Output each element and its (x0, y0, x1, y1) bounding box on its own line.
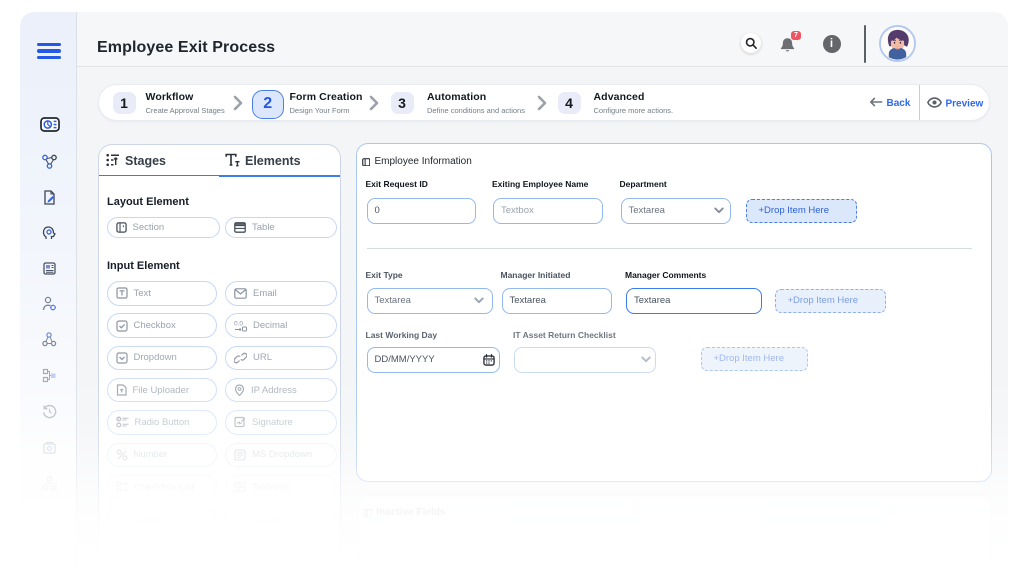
svg-text:0.0: 0.0 (234, 320, 243, 327)
